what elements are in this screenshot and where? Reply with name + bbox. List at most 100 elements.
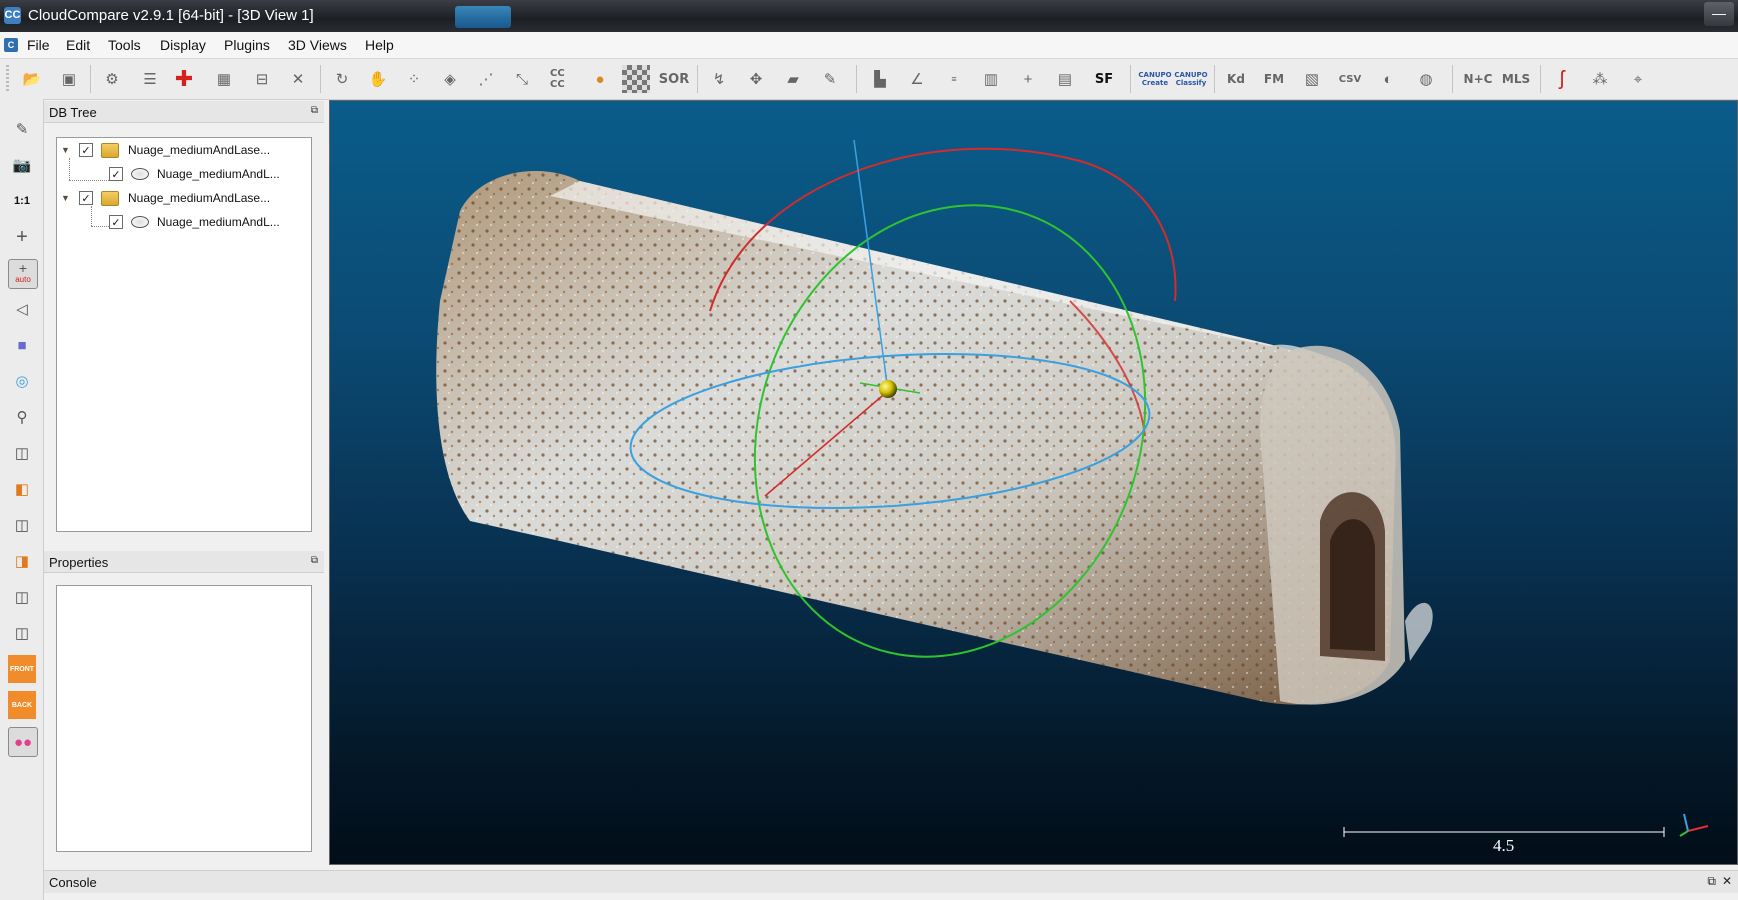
delete-icon[interactable]: ✕: [284, 65, 312, 93]
db-tree-panel: ▼ ✓ Nuage_mediumAndLase... ✓ Nuage_mediu…: [56, 137, 312, 532]
view-right-icon[interactable]: ◫: [8, 583, 36, 611]
tree-item-cloud-2[interactable]: ✓ Nuage_mediumAndL...: [109, 212, 280, 232]
zoom-1-1-button[interactable]: 1:1: [8, 187, 36, 215]
collapse-arrow-icon[interactable]: ▼: [61, 193, 71, 203]
sf-range-icon[interactable]: ≡: [940, 65, 968, 93]
console-close-button[interactable]: ✕: [1722, 874, 1732, 888]
pick-points-icon[interactable]: ⁂: [1586, 65, 1614, 93]
stereo-icon[interactable]: ●●: [8, 727, 38, 757]
folder-icon: [101, 142, 119, 158]
console-float-button[interactable]: ⧉: [1707, 874, 1716, 889]
collapse-arrow-icon[interactable]: ▼: [61, 145, 71, 155]
translate-rotate-icon[interactable]: ↻: [328, 65, 356, 93]
zoom-icon[interactable]: ⚲: [8, 403, 36, 431]
kd-tree-button[interactable]: Kd: [1222, 65, 1250, 93]
tree-item-label: Nuage_mediumAndL...: [157, 167, 280, 181]
normals-icon[interactable]: ↯: [705, 65, 733, 93]
histogram-icon[interactable]: ▙: [866, 65, 894, 93]
back-view-button[interactable]: BACK: [8, 691, 36, 719]
menu-edit[interactable]: Edit: [66, 37, 90, 53]
console-title: Console: [49, 875, 97, 890]
cross-section-icon[interactable]: ʃ: [1548, 65, 1576, 93]
sphere-half-icon[interactable]: ◐: [1374, 65, 1402, 93]
menu-help[interactable]: Help: [365, 37, 394, 53]
visibility-checkbox[interactable]: ✓: [79, 143, 93, 157]
fast-marching-button[interactable]: FM: [1260, 65, 1288, 93]
save-icon[interactable]: ▣: [55, 65, 83, 93]
globe-icon[interactable]: ◍: [1412, 65, 1440, 93]
perspective-icon[interactable]: ◁: [8, 295, 36, 323]
minimize-button[interactable]: —: [1704, 2, 1734, 26]
front-view-button[interactable]: FRONT: [8, 655, 36, 683]
db-tree-title: DB Tree: [49, 105, 97, 120]
auto-pivot-button[interactable]: + auto: [8, 259, 38, 289]
rasterize-icon[interactable]: [622, 65, 650, 93]
cube-view-icon[interactable]: ■: [8, 331, 36, 359]
segment-icon[interactable]: ✋: [364, 65, 392, 93]
menu-tools[interactable]: Tools: [108, 37, 141, 53]
db-tree-header: DB Tree ⧉: [44, 101, 324, 123]
edit-icon[interactable]: ✎: [816, 65, 844, 93]
camera-icon[interactable]: 📷: [8, 151, 36, 179]
color-wheel-icon[interactable]: ◎: [8, 367, 36, 395]
mesh-icon[interactable]: ◈: [436, 65, 464, 93]
filter-sf-icon[interactable]: ▥: [977, 65, 1005, 93]
move-axis-icon[interactable]: ✥: [742, 65, 770, 93]
scalar-field-button[interactable]: SF: [1090, 65, 1118, 93]
add-point-icon[interactable]: ✚: [170, 65, 198, 93]
register-icon[interactable]: ⤡: [508, 65, 536, 93]
compass-icon[interactable]: ⌖: [1624, 65, 1652, 93]
connected-components-button[interactable]: CC CC: [550, 65, 578, 93]
clone-settings-icon[interactable]: ⚙: [98, 65, 126, 93]
tree-item-folder-1[interactable]: ▼ ✓ Nuage_mediumAndLase...: [61, 140, 270, 160]
list-icon[interactable]: ☰: [136, 65, 164, 93]
subsample-icon[interactable]: ⁘: [400, 65, 428, 93]
detach-icon[interactable]: ⊟: [248, 65, 276, 93]
csv-matrix-button[interactable]: CSV: [1336, 65, 1364, 93]
sor-filter-button[interactable]: SOR: [659, 65, 689, 93]
point-cloud-icon: [131, 216, 149, 228]
toolbar-grip[interactable]: [6, 65, 9, 93]
sf-gradient-icon[interactable]: ∠: [903, 65, 931, 93]
mdi-window-icon[interactable]: C: [4, 38, 18, 52]
tree-item-label: Nuage_mediumAndLase...: [128, 191, 271, 205]
menu-plugins[interactable]: Plugins: [224, 37, 270, 53]
sample-points-icon[interactable]: ●: [586, 65, 614, 93]
pivot-cross-icon: +: [18, 260, 28, 276]
tree-item-label: Nuage_mediumAndLase...: [128, 143, 271, 157]
shape-icon[interactable]: ▧: [1298, 65, 1326, 93]
cloudcompare-logo-icon: CC: [4, 7, 21, 24]
view-top-icon[interactable]: ◫: [8, 439, 36, 467]
plane-icon[interactable]: ▰: [779, 65, 807, 93]
view-front-cube-icon[interactable]: ◧: [8, 475, 36, 503]
canupo-create-button[interactable]: CANUPO Create: [1138, 65, 1172, 93]
calculator-icon[interactable]: ▤: [1051, 65, 1079, 93]
axis-trihedron-icon: [1679, 813, 1709, 837]
snapshot-icon[interactable]: ▦: [210, 65, 238, 93]
view-back-cube-icon[interactable]: ◨: [8, 547, 36, 575]
visibility-checkbox[interactable]: ✓: [79, 191, 93, 205]
pivot-icon[interactable]: +: [8, 223, 36, 251]
tree-item-folder-2[interactable]: ▼ ✓ Nuage_mediumAndLase...: [61, 188, 270, 208]
add-sf-icon[interactable]: +: [1014, 65, 1042, 93]
open-icon[interactable]: 📂: [18, 65, 46, 93]
3d-view[interactable]: 4.5: [329, 100, 1738, 865]
menu-3d-views[interactable]: 3D Views: [288, 37, 347, 53]
point-cloud-model: [436, 171, 1433, 705]
float-panel-icon[interactable]: ⧉: [311, 555, 318, 566]
visibility-checkbox[interactable]: ✓: [109, 167, 123, 181]
pipette-icon[interactable]: ✎: [8, 115, 36, 143]
align-icon[interactable]: ⋰: [472, 65, 500, 93]
view-toolbar: ✎ 📷 1:1 + + auto ◁ ■ ◎ ⚲ ◫ ◧ ◫ ◨ ◫ ◫ FRO…: [0, 99, 44, 900]
normals-colors-button[interactable]: N+C: [1464, 65, 1493, 93]
tree-item-cloud-1[interactable]: ✓ Nuage_mediumAndL...: [109, 164, 280, 184]
canupo-classify-button[interactable]: CANUPO Classify: [1174, 65, 1208, 93]
menu-file[interactable]: File: [27, 37, 50, 53]
float-panel-icon[interactable]: ⧉: [311, 105, 318, 116]
view-bottom-icon[interactable]: ◫: [8, 619, 36, 647]
menu-display[interactable]: Display: [160, 37, 206, 53]
view-left-icon[interactable]: ◫: [8, 511, 36, 539]
auto-label: auto: [15, 275, 31, 284]
mls-smoothing-button[interactable]: MLS: [1502, 65, 1530, 93]
visibility-checkbox[interactable]: ✓: [109, 215, 123, 229]
